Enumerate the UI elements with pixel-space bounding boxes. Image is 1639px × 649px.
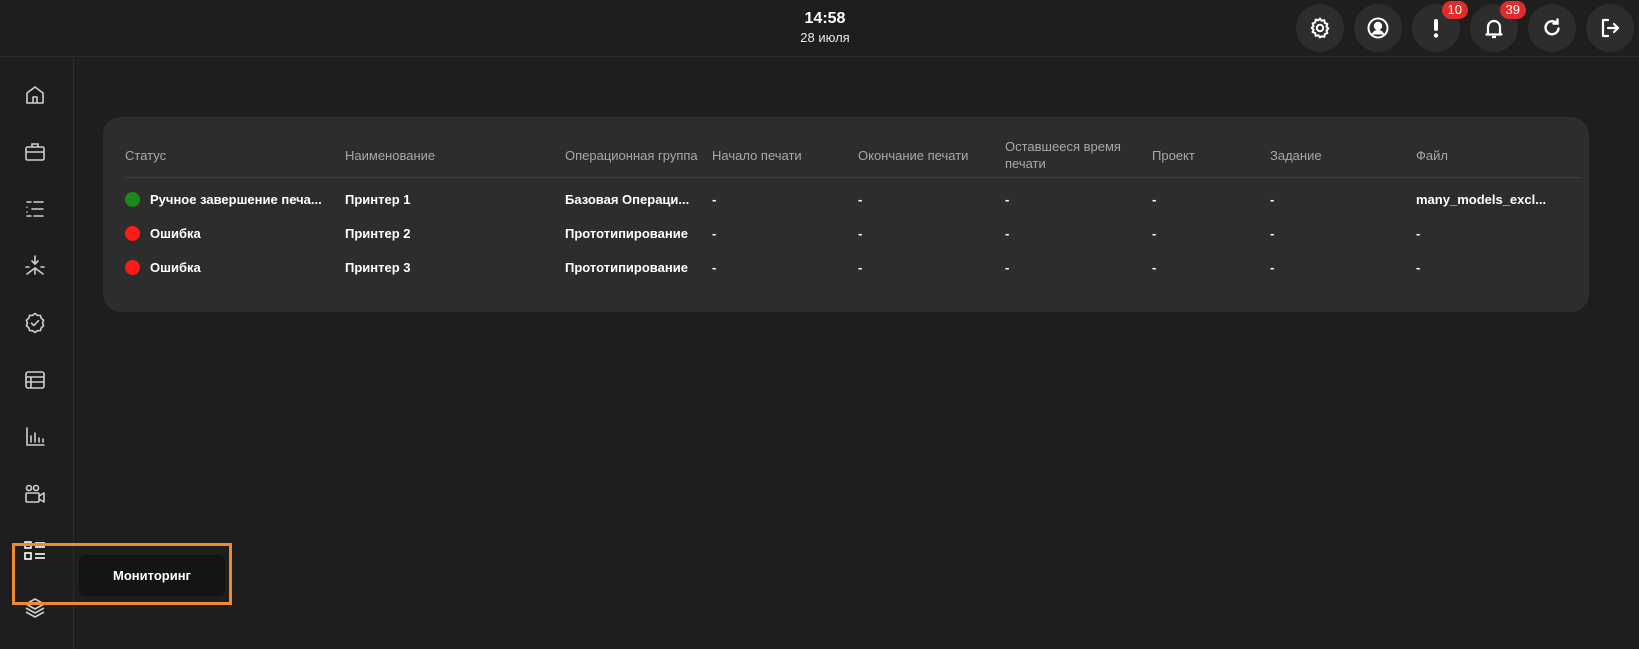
profile-button[interactable]	[1354, 4, 1402, 52]
column-header-project[interactable]: Проект	[1152, 133, 1270, 178]
status-cell: Ошибка	[125, 250, 345, 284]
sidebar-item-quality[interactable]	[17, 305, 53, 341]
notifications-button[interactable]: 39	[1470, 1, 1526, 52]
briefcase-icon	[23, 140, 47, 164]
printers-table: Статус Наименование Операционная группа …	[125, 133, 1581, 284]
top-bar: 14:58 28 июля 10 39	[0, 0, 1639, 57]
column-header-name[interactable]: Наименование	[345, 133, 565, 178]
project: -	[1152, 225, 1157, 241]
sidebar-tooltip: Мониторинг	[79, 555, 225, 596]
refresh-button[interactable]	[1528, 4, 1576, 52]
notifications-badge: 39	[1499, 1, 1526, 19]
clock-date: 28 июля	[800, 30, 850, 45]
table-header-row: Статус Наименование Операционная группа …	[125, 133, 1581, 178]
file: -	[1416, 259, 1421, 275]
settings-button[interactable]	[1296, 4, 1344, 52]
printers-card: Статус Наименование Операционная группа …	[103, 117, 1589, 312]
status-text: Ошибка	[150, 226, 201, 242]
user-circle-icon	[1366, 16, 1390, 40]
status-text: Ошибка	[150, 260, 201, 276]
print-start: -	[712, 225, 717, 241]
task: -	[1270, 259, 1275, 275]
operation-group: Прототипирование	[565, 259, 688, 275]
list-tree-icon	[23, 197, 47, 221]
clock: 14:58 28 июля	[780, 10, 870, 46]
alerts-badge: 10	[1441, 1, 1468, 19]
column-header-start[interactable]: Начало печати	[712, 133, 858, 178]
column-header-end[interactable]: Окончание печати	[858, 133, 1005, 178]
sidebar-item-projects[interactable]	[17, 134, 53, 170]
check-badge-icon	[23, 311, 47, 335]
table-row[interactable]: Ручное завершение печа... Принтер 1 Базо…	[125, 178, 1581, 217]
status-dot	[125, 260, 140, 276]
print-start: -	[712, 191, 717, 207]
table-row[interactable]: Ошибка Принтер 3 Прототипирование - - - …	[125, 250, 1581, 284]
task: -	[1270, 225, 1275, 241]
status-cell: Ручное завершение печа...	[125, 178, 345, 217]
merge-arrow-icon	[23, 254, 47, 278]
column-header-task[interactable]: Задание	[1270, 133, 1416, 178]
status-dot	[125, 192, 140, 208]
remaining-time: -	[1005, 191, 1010, 207]
print-end: -	[858, 225, 863, 241]
people-camera-icon	[23, 482, 47, 506]
printer-name: Принтер 3	[345, 259, 411, 275]
home-icon	[23, 83, 47, 107]
project: -	[1152, 259, 1157, 275]
alerts-button[interactable]: 10	[1412, 1, 1468, 52]
sidebar-item-analytics[interactable]	[17, 419, 53, 455]
logout-icon	[1598, 16, 1622, 40]
printer-name: Принтер 1	[345, 191, 411, 207]
logout-button[interactable]	[1586, 4, 1634, 52]
file: -	[1416, 225, 1421, 241]
print-end: -	[858, 191, 863, 207]
column-header-group[interactable]: Операционная группа	[565, 133, 712, 178]
task: -	[1270, 191, 1275, 207]
print-end: -	[858, 259, 863, 275]
gear-icon	[1308, 16, 1332, 40]
print-start: -	[712, 259, 717, 275]
operation-group: Прототипирование	[565, 225, 688, 241]
remaining-time: -	[1005, 225, 1010, 241]
operation-group: Базовая Операци...	[565, 191, 690, 207]
file: many_models_excl...	[1416, 191, 1547, 207]
sidebar-item-tables[interactable]	[17, 362, 53, 398]
bell-icon	[1482, 16, 1506, 40]
status-dot	[125, 226, 140, 242]
bar-chart-icon	[23, 425, 47, 449]
table-icon	[23, 368, 47, 392]
column-header-status[interactable]: Статус	[125, 133, 345, 178]
clock-time: 14:58	[804, 10, 846, 27]
remaining-time: -	[1005, 259, 1010, 275]
column-header-remaining[interactable]: Оставшееся время печати	[1005, 133, 1152, 178]
exclamation-icon	[1424, 16, 1448, 40]
column-header-file[interactable]: Файл	[1416, 133, 1581, 178]
sidebar-item-tasks[interactable]	[17, 191, 53, 227]
project: -	[1152, 191, 1157, 207]
status-text: Ручное завершение печа...	[150, 192, 322, 208]
printer-name: Принтер 2	[345, 225, 411, 241]
status-cell: Ошибка	[125, 216, 345, 250]
refresh-icon	[1540, 16, 1564, 40]
sidebar-item-operations[interactable]	[17, 248, 53, 284]
sidebar-item-staff[interactable]	[17, 476, 53, 512]
table-row[interactable]: Ошибка Принтер 2 Прототипирование - - - …	[125, 216, 1581, 250]
sidebar-item-home[interactable]	[17, 77, 53, 113]
